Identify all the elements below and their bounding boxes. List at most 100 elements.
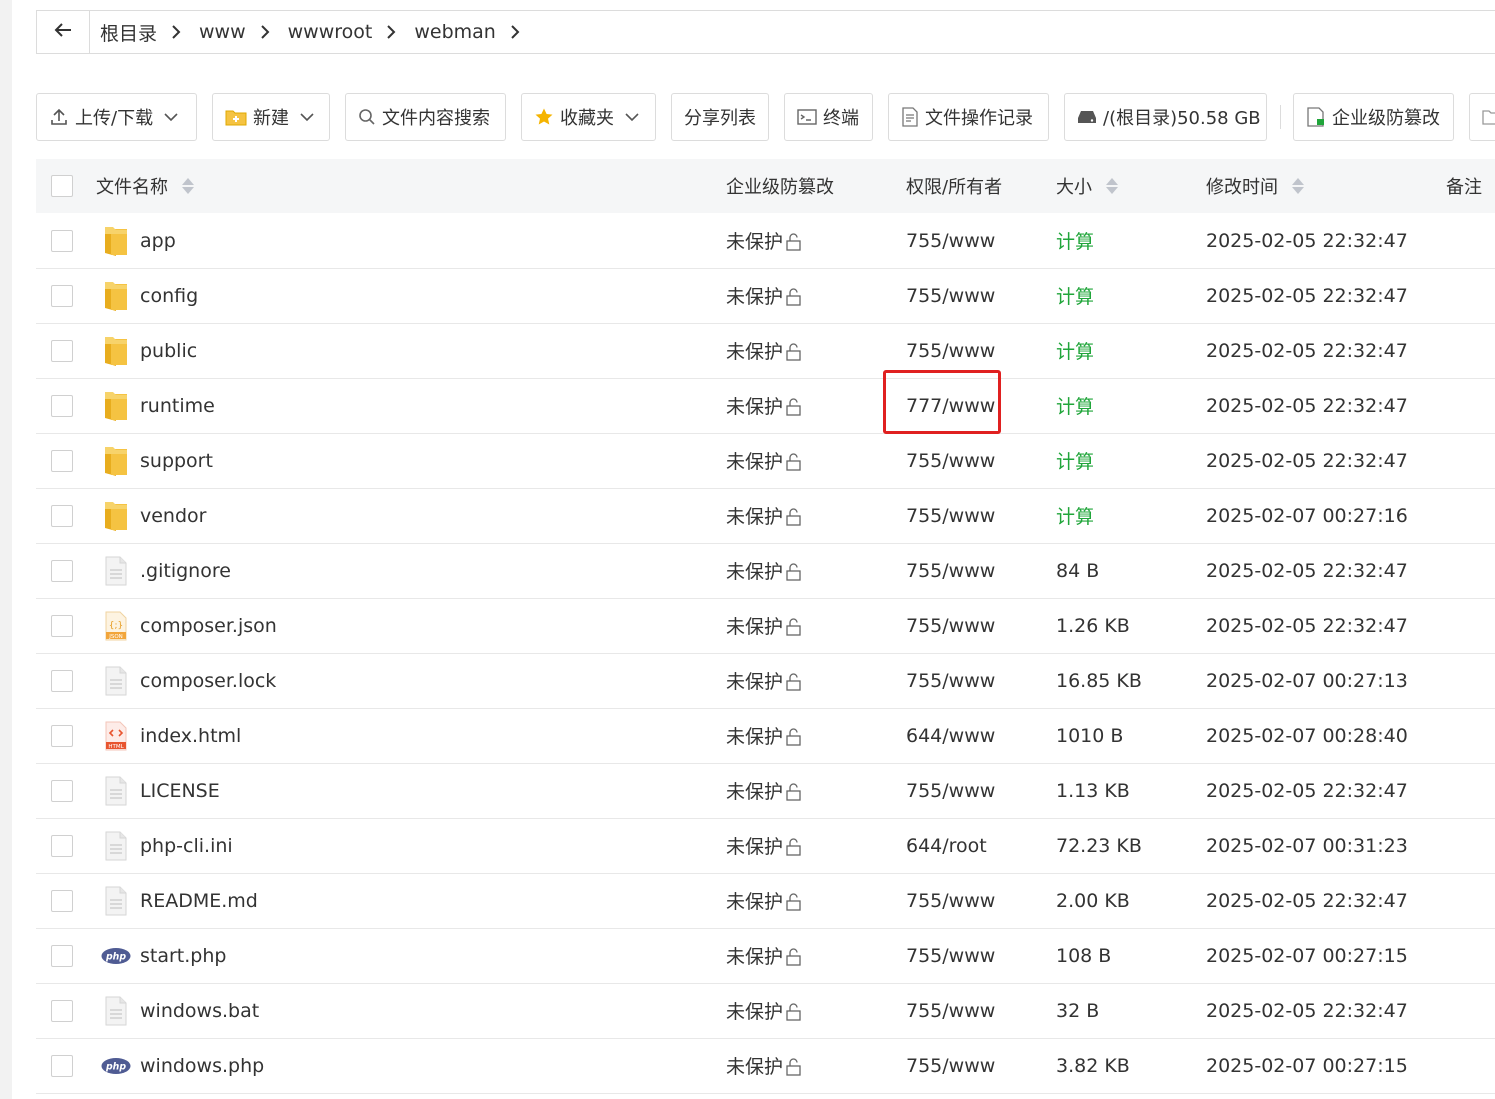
table-row[interactable]: public 未保护 755/www 计算 2025-02-05 22:32:47 bbox=[36, 324, 1495, 379]
permission-owner[interactable]: 755/www bbox=[906, 1039, 995, 1092]
permission-owner[interactable]: 755/www bbox=[906, 324, 995, 377]
new-button[interactable]: 新建 bbox=[212, 93, 330, 141]
table-row[interactable]: runtime 未保护 777/www 计算 2025-02-05 22:32:47 bbox=[36, 379, 1495, 434]
protection-status[interactable]: 未保护 bbox=[726, 819, 803, 872]
protection-status[interactable]: 未保护 bbox=[726, 214, 803, 267]
header-mtime[interactable]: 修改时间 bbox=[1206, 159, 1304, 213]
breadcrumb-item-wwwroot[interactable]: wwwroot bbox=[278, 21, 405, 43]
row-checkbox[interactable] bbox=[51, 559, 73, 582]
table-row[interactable]: .gitignore 未保护 755/www 84 B 2025-02-05 22:32… bbox=[36, 544, 1495, 599]
protection-status[interactable]: 未保护 bbox=[726, 324, 803, 377]
breadcrumb-item-webman[interactable]: webman bbox=[404, 21, 527, 43]
file-name[interactable]: php-cli.ini bbox=[140, 819, 233, 872]
row-checkbox[interactable] bbox=[51, 339, 73, 362]
back-button[interactable] bbox=[37, 11, 90, 53]
row-checkbox[interactable] bbox=[51, 449, 73, 472]
permission-owner[interactable]: 755/www bbox=[906, 654, 995, 707]
table-row[interactable]: LICENSE 未保护 755/www 1.13 KB 2025-02-05 22:32… bbox=[36, 764, 1495, 819]
breadcrumb-item-www[interactable]: www bbox=[189, 21, 278, 43]
row-checkbox[interactable] bbox=[51, 779, 73, 802]
protection-status[interactable]: 未保护 bbox=[726, 764, 803, 817]
file-name[interactable]: windows.bat bbox=[140, 984, 259, 1037]
permission-owner[interactable]: 755/www bbox=[906, 489, 995, 542]
calc-size-link[interactable]: 计算 bbox=[1056, 324, 1094, 377]
terminal-button[interactable]: 终端 bbox=[784, 93, 873, 141]
row-checkbox[interactable] bbox=[51, 724, 73, 747]
protection-status[interactable]: 未保护 bbox=[726, 379, 803, 432]
protection-status[interactable]: 未保护 bbox=[726, 709, 803, 762]
protection-status[interactable]: 未保护 bbox=[726, 489, 803, 542]
protection-status[interactable]: 未保护 bbox=[726, 544, 803, 597]
favorites-button[interactable]: 收藏夹 bbox=[521, 93, 656, 141]
tamper-protect-button[interactable]: 企业级防篡改 bbox=[1293, 93, 1454, 141]
file-name[interactable]: README.md bbox=[140, 874, 258, 927]
row-checkbox[interactable] bbox=[51, 1054, 73, 1077]
file-name[interactable]: vendor bbox=[140, 489, 206, 542]
file-name[interactable]: .gitignore bbox=[140, 544, 231, 597]
row-checkbox[interactable] bbox=[51, 889, 73, 912]
row-checkbox[interactable] bbox=[51, 229, 73, 252]
upload-download-button[interactable]: 上传/下载 bbox=[36, 93, 197, 141]
row-checkbox[interactable] bbox=[51, 614, 73, 637]
row-checkbox[interactable] bbox=[51, 999, 73, 1022]
permission-owner[interactable]: 755/www bbox=[906, 764, 995, 817]
disk-button[interactable]: /(根目录)50.58 GB bbox=[1064, 93, 1267, 141]
calc-size-link[interactable]: 计算 bbox=[1056, 489, 1094, 542]
content-search-button[interactable]: 文件内容搜索 bbox=[345, 93, 506, 141]
file-name[interactable]: composer.lock bbox=[140, 654, 276, 707]
table-row[interactable]: {;} JSON composer.json 未保护 755/www 1.26 KB 202… bbox=[36, 599, 1495, 654]
calc-size-link[interactable]: 计算 bbox=[1056, 434, 1094, 487]
row-checkbox[interactable] bbox=[51, 284, 73, 307]
file-name[interactable]: composer.json bbox=[140, 599, 277, 652]
table-row[interactable]: support 未保护 755/www 计算 2025-02-05 22:32:47 bbox=[36, 434, 1495, 489]
table-row[interactable]: vendor 未保护 755/www 计算 2025-02-07 00:27:16 bbox=[36, 489, 1495, 544]
permission-owner[interactable]: 777/www bbox=[906, 379, 995, 432]
file-name[interactable]: app bbox=[140, 214, 176, 267]
share-list-button[interactable]: 分享列表 bbox=[671, 93, 769, 141]
more-tool-button[interactable] bbox=[1469, 93, 1495, 141]
table-row[interactable]: php windows.php 未保护 755/www 3.82 KB 2025-02-0… bbox=[36, 1039, 1495, 1094]
breadcrumb-label[interactable]: wwwroot bbox=[288, 21, 373, 43]
permission-owner[interactable]: 755/www bbox=[906, 214, 995, 267]
permission-owner[interactable]: 644/root bbox=[906, 819, 987, 872]
file-name[interactable]: LICENSE bbox=[140, 764, 220, 817]
table-row[interactable]: windows.bat 未保护 755/www 32 B 2025-02-05 22:3… bbox=[36, 984, 1495, 1039]
table-row[interactable]: HTML index.html 未保护 644/www 1010 B 2025-02-07… bbox=[36, 709, 1495, 764]
table-row[interactable]: README.md 未保护 755/www 2.00 KB 2025-02-05 22:… bbox=[36, 874, 1495, 929]
permission-owner[interactable]: 755/www bbox=[906, 269, 995, 322]
row-checkbox[interactable] bbox=[51, 669, 73, 692]
breadcrumb-label[interactable]: 根目录 bbox=[100, 19, 157, 46]
permission-owner[interactable]: 755/www bbox=[906, 874, 995, 927]
protection-status[interactable]: 未保护 bbox=[726, 929, 803, 982]
permission-owner[interactable]: 755/www bbox=[906, 984, 995, 1037]
row-checkbox[interactable] bbox=[51, 944, 73, 967]
protection-status[interactable]: 未保护 bbox=[726, 874, 803, 927]
calc-size-link[interactable]: 计算 bbox=[1056, 269, 1094, 322]
calc-size-link[interactable]: 计算 bbox=[1056, 379, 1094, 432]
row-checkbox[interactable] bbox=[51, 504, 73, 527]
breadcrumb-label[interactable]: www bbox=[199, 21, 246, 43]
file-name[interactable]: support bbox=[140, 434, 213, 487]
select-all-checkbox[interactable] bbox=[51, 175, 73, 197]
protection-status[interactable]: 未保护 bbox=[726, 599, 803, 652]
breadcrumb-item-root[interactable]: 根目录 bbox=[90, 19, 189, 46]
file-name[interactable]: public bbox=[140, 324, 197, 377]
row-checkbox[interactable] bbox=[51, 834, 73, 857]
protection-status[interactable]: 未保护 bbox=[726, 269, 803, 322]
permission-owner[interactable]: 755/www bbox=[906, 929, 995, 982]
file-name[interactable]: windows.php bbox=[140, 1039, 264, 1092]
header-name[interactable]: 文件名称 bbox=[96, 159, 194, 213]
protection-status[interactable]: 未保护 bbox=[726, 654, 803, 707]
file-name[interactable]: index.html bbox=[140, 709, 241, 762]
protection-status[interactable]: 未保护 bbox=[726, 1039, 803, 1092]
file-name[interactable]: runtime bbox=[140, 379, 215, 432]
table-row[interactable]: php start.php 未保护 755/www 108 B 2025-02-07 00… bbox=[36, 929, 1495, 984]
table-row[interactable]: app 未保护 755/www 计算 2025-02-05 22:32:47 bbox=[36, 214, 1495, 269]
file-name[interactable]: start.php bbox=[140, 929, 226, 982]
protection-status[interactable]: 未保护 bbox=[726, 984, 803, 1037]
permission-owner[interactable]: 755/www bbox=[906, 544, 995, 597]
operation-log-button[interactable]: 文件操作记录 bbox=[888, 93, 1049, 141]
file-name[interactable]: config bbox=[140, 269, 198, 322]
breadcrumb-label[interactable]: webman bbox=[414, 21, 495, 43]
header-size[interactable]: 大小 bbox=[1056, 159, 1118, 213]
